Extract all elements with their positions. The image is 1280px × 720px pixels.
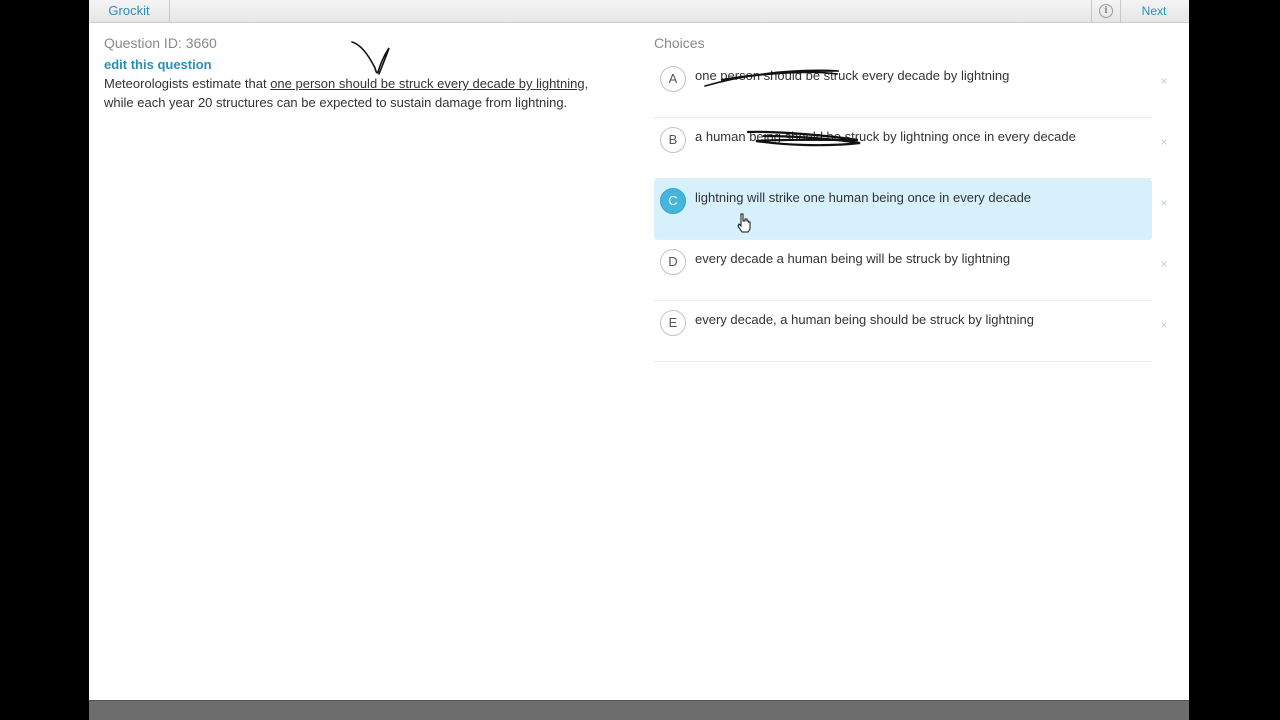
choice-b[interactable]: B a human being should be struck by ligh… <box>654 118 1168 179</box>
choice-a[interactable]: A one person should be struck every deca… <box>654 57 1168 118</box>
choice-text: every decade, a human being should be st… <box>695 312 1034 327</box>
hand-pointer-cursor-icon <box>737 213 751 233</box>
choice-letter-badge: B <box>660 127 686 153</box>
edit-question-link[interactable]: edit this question <box>104 57 212 72</box>
info-icon: i <box>1099 4 1113 18</box>
eliminate-choice-close-icon[interactable]: × <box>1156 134 1172 150</box>
choice-e[interactable]: E every decade, a human being should be … <box>654 301 1168 362</box>
question-text: Meteorologists estimate that one person … <box>104 75 609 112</box>
choice-c[interactable]: C lightning will strike one human being … <box>654 179 1168 240</box>
choice-letter-badge: E <box>660 310 686 336</box>
choices-heading: Choices <box>654 35 705 51</box>
eliminate-choice-close-icon[interactable]: × <box>1156 73 1172 89</box>
question-underlined-phrase: one person should be struck every decade… <box>270 76 585 91</box>
top-toolbar: Grockit i Next <box>89 0 1189 23</box>
brand-logo[interactable]: Grockit <box>89 0 170 22</box>
choice-letter-badge: C <box>660 188 686 214</box>
choice-text: lightning will strike one human being on… <box>695 190 1032 205</box>
app-window: Grockit i Next Question ID: 3660 edit th… <box>89 0 1189 720</box>
choice-letter-badge: A <box>660 66 686 92</box>
choice-d[interactable]: D every decade a human being will be str… <box>654 240 1168 301</box>
question-text-before: Meteorologists estimate that <box>104 76 271 91</box>
question-id: Question ID: 3660 <box>104 35 217 51</box>
eliminate-choice-close-icon[interactable]: × <box>1156 256 1172 272</box>
choice-text: a human being should be struck by lightn… <box>695 129 1076 144</box>
eliminate-choice-close-icon[interactable]: × <box>1156 317 1172 333</box>
handwritten-arrow-annotation <box>351 41 390 75</box>
choice-text: one person should be struck every decade… <box>695 68 1010 83</box>
eliminate-choice-close-icon[interactable]: × <box>1156 195 1172 211</box>
info-button[interactable]: i <box>1091 0 1121 22</box>
bottom-status-bar <box>89 700 1189 720</box>
choice-letter-badge: D <box>660 249 686 275</box>
next-button[interactable]: Next <box>1129 0 1179 22</box>
choices-list: A one person should be struck every deca… <box>654 57 1189 362</box>
choice-text: every decade a human being will be struc… <box>695 251 1011 266</box>
